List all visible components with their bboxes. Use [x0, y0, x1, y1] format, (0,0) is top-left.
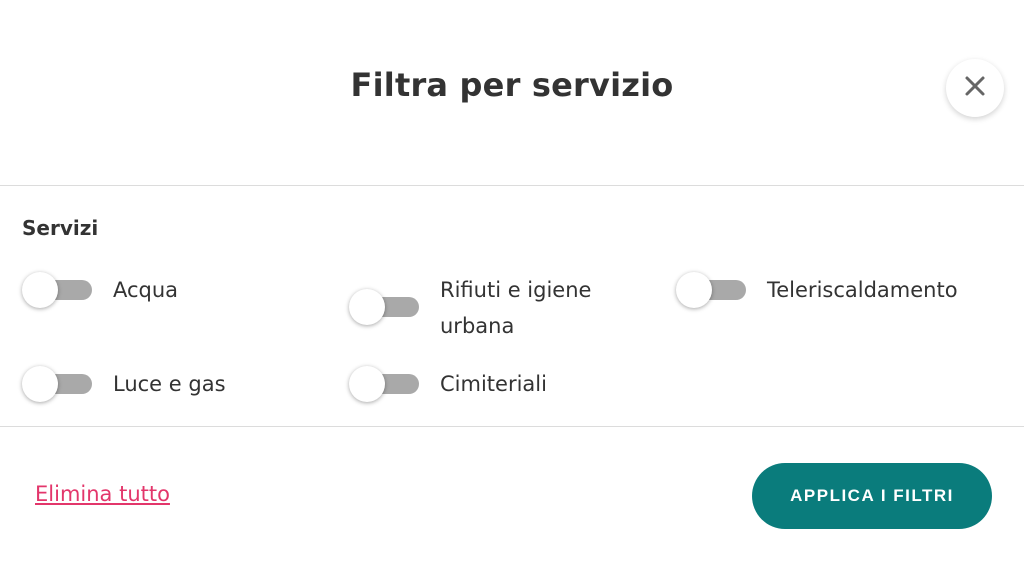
toggle-teleriscaldamento[interactable]	[676, 272, 746, 308]
option-label-teleriscaldamento: Teleriscaldamento	[767, 278, 958, 302]
toggle-knob	[349, 289, 385, 325]
toggle-knob	[349, 366, 385, 402]
option-rifiuti: Rifiuti e igiene urbana	[349, 272, 591, 344]
option-label-cimiteriali: Cimiteriali	[440, 372, 547, 396]
option-luce-gas: Luce e gas	[22, 366, 226, 402]
modal-title: Filtra per servizio	[350, 66, 674, 104]
toggle-knob	[676, 272, 712, 308]
option-teleriscaldamento: Teleriscaldamento	[676, 272, 958, 308]
filter-modal: Filtra per servizio Servizi Acqua Rifiut…	[0, 0, 1024, 561]
toggle-rifiuti[interactable]	[349, 289, 419, 325]
option-label-rifiuti: Rifiuti e igiene urbana	[440, 278, 592, 338]
option-acqua: Acqua	[22, 272, 178, 308]
modal-header: Filtra per servizio	[0, 0, 1024, 186]
modal-body: Servizi Acqua Rifiuti e igiene urbana Te…	[0, 186, 1024, 427]
toggle-cimiteriali[interactable]	[349, 366, 419, 402]
modal-footer: Elimina tutto APPLICA I FILTRI	[0, 427, 1024, 561]
toggle-luce-gas[interactable]	[22, 366, 92, 402]
close-icon	[964, 75, 986, 101]
toggle-knob	[22, 272, 58, 308]
option-cimiteriali: Cimiteriali	[349, 366, 547, 402]
toggle-acqua[interactable]	[22, 272, 92, 308]
toggle-knob	[22, 366, 58, 402]
option-label-luce-gas: Luce e gas	[113, 372, 226, 396]
close-button[interactable]	[946, 59, 1004, 117]
section-label-services: Servizi	[22, 216, 99, 240]
apply-filters-button[interactable]: APPLICA I FILTRI	[752, 463, 992, 529]
option-label-acqua: Acqua	[113, 278, 179, 302]
clear-all-link[interactable]: Elimina tutto	[35, 482, 170, 506]
